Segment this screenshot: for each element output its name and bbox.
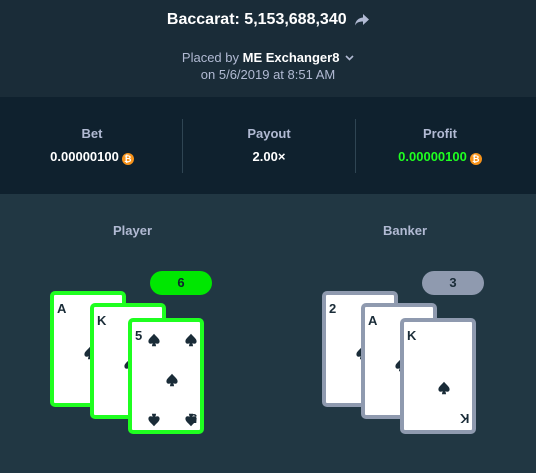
- bitcoin-icon: ₿: [121, 153, 134, 165]
- banker-card-3: K K: [400, 318, 476, 434]
- bet-amount: 0.00000100 ₿: [3, 149, 181, 165]
- placed-by-label: Placed by: [181, 50, 239, 65]
- chevron-down-icon[interactable]: [345, 49, 354, 64]
- spade-icon: [165, 373, 179, 387]
- player-label: Player: [113, 223, 153, 238]
- payout-stat: Payout 2.00×: [180, 97, 358, 194]
- bet-value: 0.00000100: [50, 149, 119, 164]
- bet-date: on 5/6/2019 at 8:51 AM: [200, 67, 336, 82]
- bet-stats: Bet 0.00000100 ₿ Payout 2.00× Profit 0.00…: [0, 97, 536, 194]
- card-rank: K: [407, 328, 417, 343]
- bet-title: Baccarat: 5,153,688,340: [166, 11, 347, 28]
- payout-value: 2.00×: [252, 149, 286, 164]
- placed-by-row: Placed by ME Exchanger8: [0, 49, 536, 65]
- spade-icon: [147, 333, 161, 347]
- profit-value: 0.00000100: [398, 149, 467, 164]
- profit-stat: Profit 0.00000100 ₿: [351, 97, 529, 194]
- card-rank: 2: [329, 301, 337, 316]
- spade-icon: [184, 333, 198, 347]
- bet-header: Baccarat: 5,153,688,340 Placed by ME Exc…: [0, 0, 536, 97]
- banker-label: Banker: [383, 223, 428, 238]
- share-icon[interactable]: [355, 13, 370, 31]
- card-rank: A: [57, 301, 67, 316]
- spade-icon: [437, 381, 451, 395]
- bet-title-row: Baccarat: 5,153,688,340: [0, 11, 536, 31]
- profit-amount: 0.00000100 ₿: [351, 149, 529, 165]
- player-score-badge: 6: [150, 271, 212, 295]
- card-rank: K: [459, 411, 469, 426]
- bet-stat: Bet 0.00000100 ₿: [3, 97, 181, 194]
- username-link[interactable]: ME Exchanger8: [243, 50, 340, 65]
- banker-score-badge: 3: [422, 271, 484, 295]
- bitcoin-icon: ₿: [469, 153, 482, 165]
- player-card-3: 5 5: [128, 318, 204, 434]
- bet-label: Bet: [81, 126, 103, 141]
- payout-label: Payout: [247, 126, 291, 141]
- card-rank: 5: [135, 328, 143, 343]
- card-rank: K: [97, 313, 107, 328]
- spade-icon: [147, 413, 161, 427]
- card-rank: A: [368, 313, 378, 328]
- card-rank: 5: [189, 411, 197, 426]
- profit-label: Profit: [423, 126, 457, 141]
